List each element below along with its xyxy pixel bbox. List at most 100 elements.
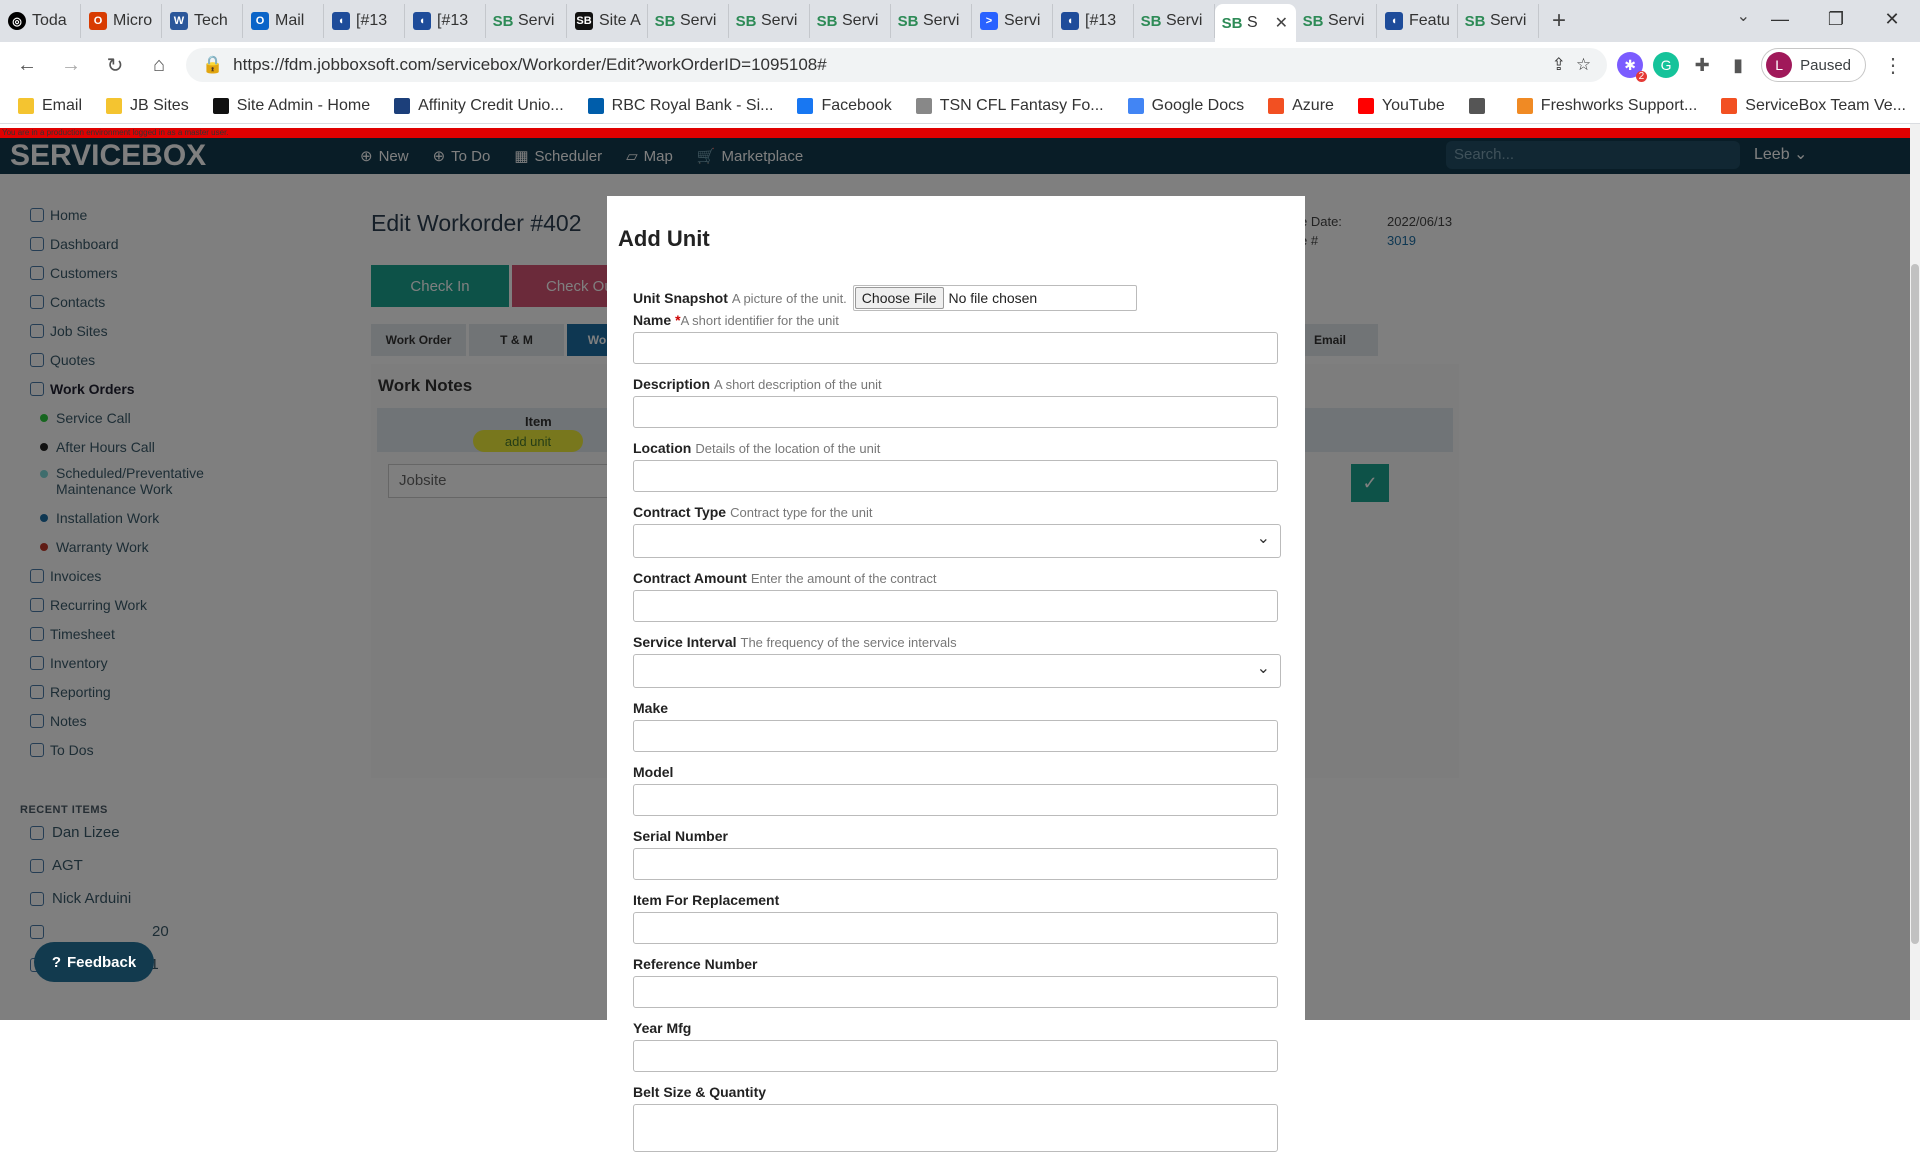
servicebox-icon: SB [735,12,757,30]
make-field[interactable] [633,720,1278,752]
make-label: Make [633,700,669,716]
bookmark-label: Azure [1292,96,1334,114]
service-interval-select[interactable]: ⌄ [633,654,1281,688]
bookmark-item[interactable]: Azure [1268,97,1334,115]
browser-tab[interactable]: SB Servi [1458,4,1539,38]
browser-tab-label: Servi [680,12,717,29]
browser-tab[interactable]: SB Site A [567,4,648,38]
bookmark-item[interactable]: ServiceBox Team Ve... [1721,97,1906,115]
serial-number-label: Serial Number [633,828,728,844]
page-scrollbar[interactable] [1910,124,1920,1020]
grammarly-icon[interactable]: G [1653,52,1680,78]
bookmark-item[interactable]: RBC Royal Bank - Si... [587,97,773,115]
bookmark-icon [797,97,814,114]
bookmark-star-icon[interactable]: ☆ [1576,55,1591,75]
reference-number-field[interactable] [633,976,1278,1008]
location-group: Location Details of the location of the u… [633,438,1278,492]
browser-tab[interactable]: SB S ✕ [1215,4,1296,42]
bookmark-item[interactable]: YouTube [1357,96,1445,115]
extension-badge-icon[interactable]: ✱ 2 [1617,52,1648,82]
restore-icon[interactable]: ❐ [1808,0,1864,38]
browser-tab[interactable]: O Mail [243,4,324,38]
close-tab-icon[interactable]: ✕ [1275,13,1288,33]
office-icon: O [89,12,107,30]
contract-type-label: Contract Type Contract type for the unit [633,504,873,520]
browser-tab-label: Featu [1409,12,1450,29]
browser-tab[interactable]: O Micro [81,4,162,38]
serial-number-field[interactable] [633,848,1278,880]
name-group: Name *A short identifier for the unit [633,310,1278,364]
browser-tab[interactable]: SB Servi [1296,4,1377,38]
back-icon[interactable]: ← [10,48,44,82]
browser-tab[interactable]: ◖ Featu [1377,4,1458,38]
avatar: L [1766,52,1793,78]
bookmark-item[interactable]: Google Docs [1127,97,1244,115]
bookmark-icon [1357,97,1374,114]
close-window-icon[interactable]: ✕ [1864,0,1920,38]
bookmark-item[interactable]: Facebook [797,97,892,115]
bookmark-item[interactable]: TSN CFL Fantasy Fo... [915,97,1104,115]
contract-type-select[interactable]: ⌄ [633,524,1281,558]
file-input[interactable]: Choose File No file chosen [852,285,1137,311]
share-icon[interactable]: ⇪ [1552,55,1566,75]
browser-tab-label: [#13 [1085,12,1117,29]
new-tab-icon[interactable]: + [1539,4,1579,38]
bookmark-item[interactable]: Email [18,97,82,115]
profile-button[interactable]: L Paused [1761,48,1866,82]
choose-file-button[interactable]: Choose File [854,287,944,309]
puzzle-icon[interactable]: ✚ [1689,52,1715,78]
browser-tab[interactable]: SB Servi [810,4,891,38]
bookmark-icon [1127,97,1144,114]
location-field[interactable] [633,460,1278,492]
sidepanel-icon[interactable]: ▮ [1725,52,1751,78]
browser-tab[interactable]: > Servi [972,4,1053,38]
browser-tab[interactable]: SB Servi [729,4,810,38]
browser-tab[interactable]: ◎ Toda [0,4,81,38]
scrollbar-thumb[interactable] [1911,264,1919,944]
browser-tab[interactable]: SB Servi [648,4,729,38]
browser-tab-label: Tech [194,12,228,29]
feedback-button[interactable]: ? Feedback [34,942,154,982]
home-icon[interactable]: ⌂ [142,48,176,82]
bookmark-label: JB Sites [130,96,189,114]
menu-icon[interactable]: ⋮ [1876,48,1910,82]
url-omnibox[interactable]: 🔒 https://fdm.jobboxsoft.com/servicebox/… [186,48,1608,82]
browser-tab[interactable]: SB Servi [1134,4,1215,38]
model-field[interactable] [633,784,1278,816]
bookmark-item[interactable]: JB Sites [106,97,189,115]
browser-tab-label: Servi [1166,12,1203,29]
year-mfg-field[interactable] [633,1040,1278,1072]
contract-amount-field[interactable] [633,590,1278,622]
bookmark-item[interactable]: Freshworks Support... [1516,97,1697,115]
freshdesk-icon: ◖ [413,12,431,30]
browser-tab[interactable]: ◖ [#13 [405,4,486,38]
bookmark-item[interactable]: Site Admin - Home [212,97,370,115]
reference-number-label: Reference Number [633,956,758,972]
tab-search-icon[interactable]: ⌄ [1737,6,1750,26]
freshdesk-icon: ◖ [1061,12,1079,30]
bookmark-label: YouTube [1381,96,1445,114]
bookmark-item[interactable] [1468,97,1493,114]
year-mfg-label: Year Mfg [633,1020,692,1036]
bookmark-icon [587,97,604,114]
site-admin-icon: SB [575,12,593,30]
forward-icon[interactable]: → [54,48,88,82]
browser-tab[interactable]: ◖ [#13 [1053,4,1134,38]
belt-size-quantity-field[interactable] [633,1104,1278,1152]
serial-number-group: Serial Number [633,826,1278,880]
word-icon: W [170,12,188,30]
browser-tab[interactable]: SB Servi [486,4,567,38]
servicebox-icon: SB [1464,12,1486,30]
minimize-icon[interactable]: — [1752,0,1808,38]
item-for-replacement-field[interactable] [633,912,1278,944]
bookmark-item[interactable]: Affinity Credit Unio... [394,97,564,115]
browser-tab[interactable]: ◖ [#13 [324,4,405,38]
lock-icon[interactable]: 🔒 [202,55,223,75]
name-field[interactable] [633,332,1278,364]
description-field[interactable] [633,396,1278,428]
contract-amount-group: Contract Amount Enter the amount of the c… [633,568,1278,622]
browser-tab[interactable]: W Tech [162,4,243,38]
profile-status: Paused [1800,56,1851,74]
browser-tab[interactable]: SB Servi [891,4,972,38]
reload-icon[interactable]: ↻ [98,48,132,82]
